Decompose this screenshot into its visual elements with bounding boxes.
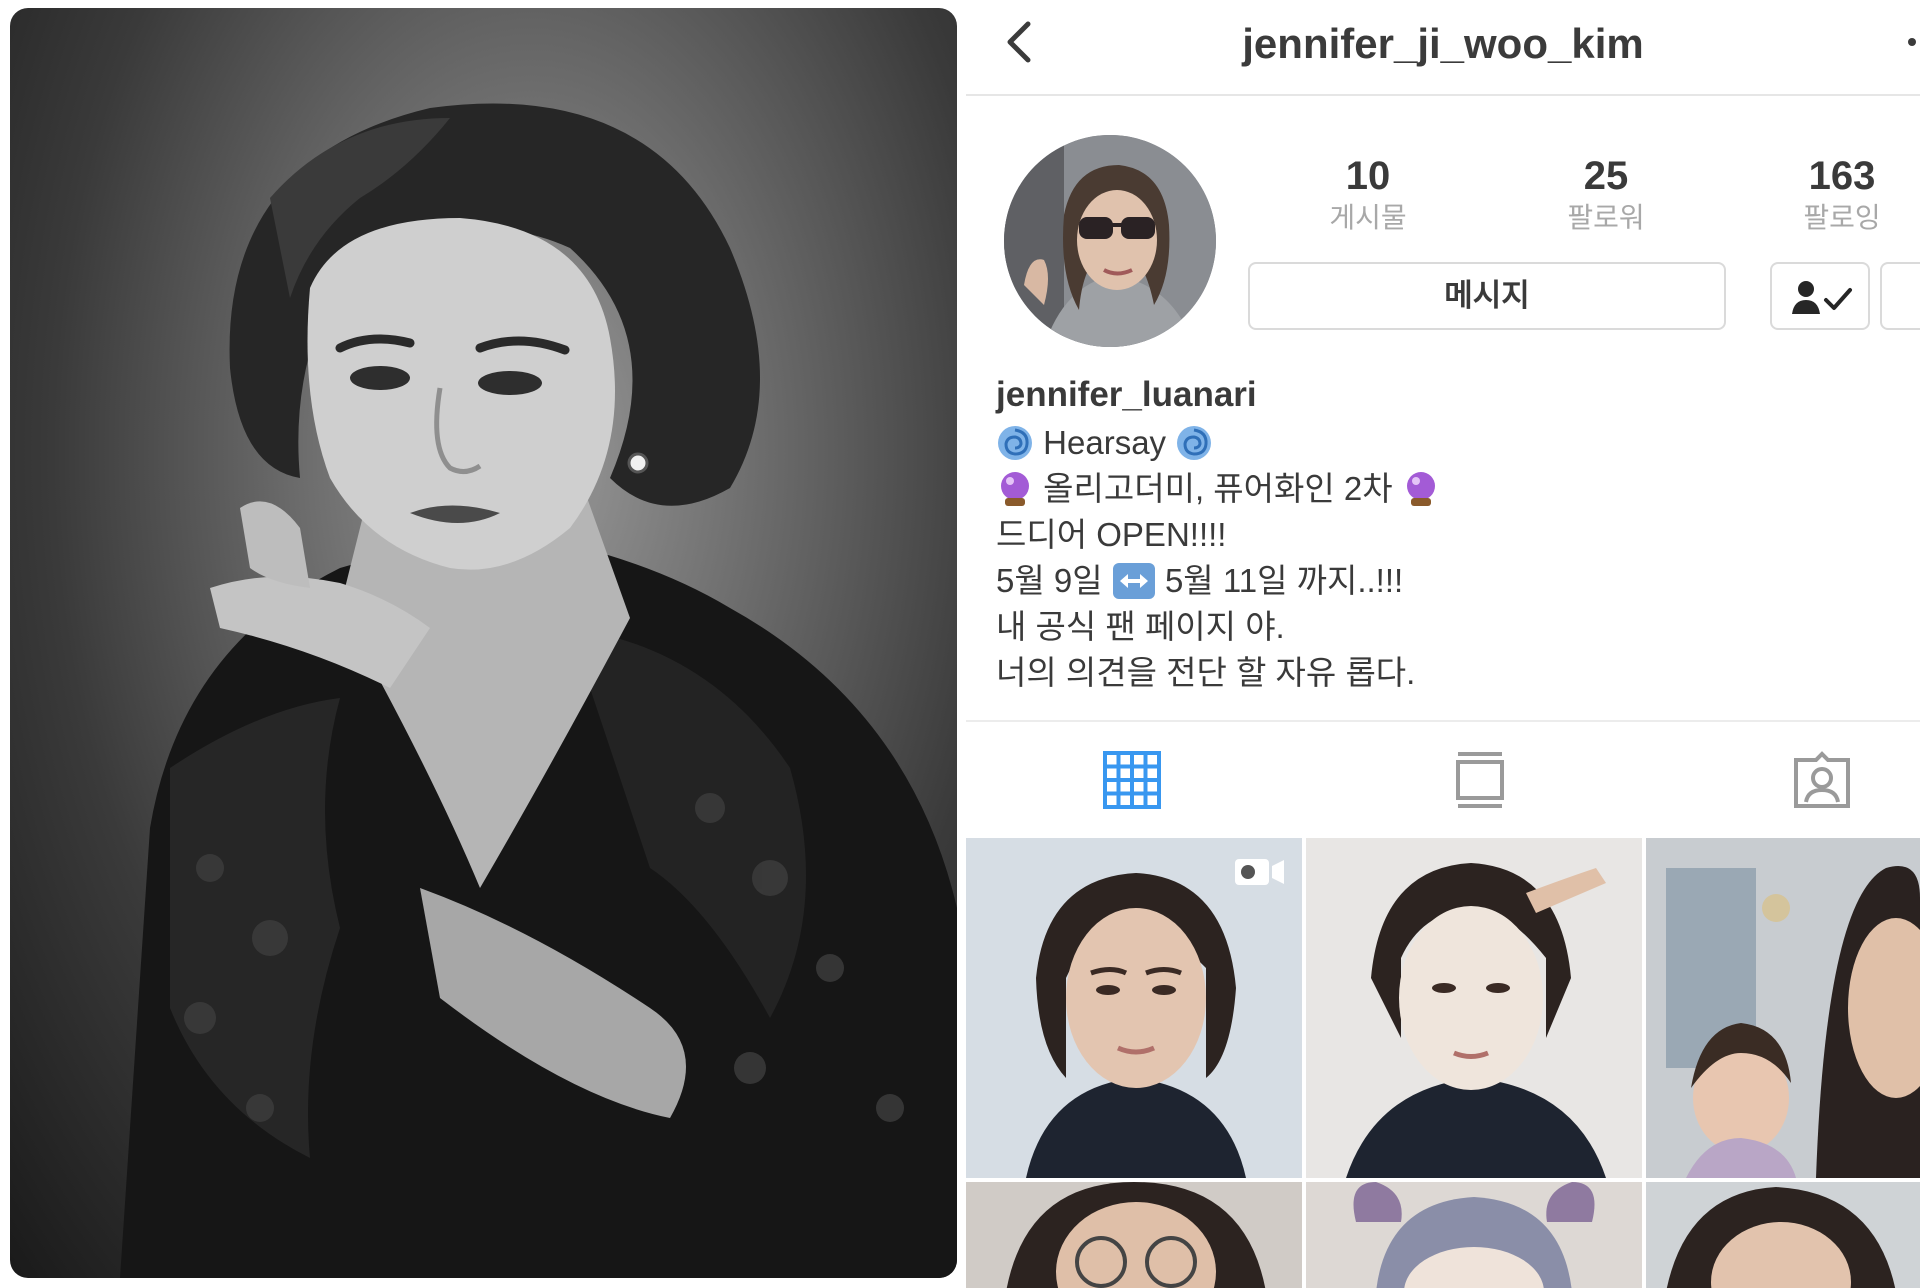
stat-posts-count: 10 — [1345, 154, 1391, 198]
bio-date-start: 5월 9일 — [996, 562, 1103, 599]
grid-post[interactable] — [966, 1182, 1302, 1288]
grid-icon — [1103, 751, 1161, 809]
profile-username-title: jennifer_ji_woo_kim — [1242, 20, 1644, 67]
stat-following-count: 163 — [1808, 154, 1876, 198]
bio-line-fanpage: 내 공식 팬 페이지 야. — [996, 608, 1285, 645]
crystal-ball-emoji-icon — [1001, 472, 1029, 506]
more-dot-icon[interactable] — [1908, 38, 1916, 46]
bio-line-hearsay: Hearsay — [996, 420, 1896, 466]
top-navigation-bar: jennifer_ji_woo_kim — [966, 0, 1920, 96]
feed-icon — [1456, 752, 1504, 808]
suggested-dropdown-button[interactable] — [1880, 262, 1920, 330]
tab-tagged[interactable] — [1792, 750, 1852, 810]
stat-following-label: 팔로잉 — [1803, 202, 1881, 233]
bio-line-open: 드디어 OPEN!!!! — [996, 516, 1227, 553]
left-right-arrow-emoji-icon — [1112, 563, 1155, 599]
grid-post[interactable] — [1306, 838, 1642, 1178]
crystal-ball-emoji-icon — [1406, 472, 1435, 506]
stat-following[interactable]: 163 팔로잉 — [1742, 152, 1920, 236]
bio-line-dates: 5월 9일 5월 11일 까지..!!! — [996, 558, 1896, 604]
tab-grid[interactable] — [1102, 750, 1162, 810]
grid-post[interactable] — [1646, 1182, 1920, 1288]
bio-line-event: 올리고더미, 퓨어화인 2차 — [996, 466, 1896, 512]
bio-event-text: 올리고더미, 퓨어화인 2차 — [1043, 470, 1393, 507]
message-button[interactable]: 메시지 — [1248, 262, 1726, 330]
grid-post[interactable] — [1306, 1182, 1642, 1288]
stat-posts[interactable]: 10 게시물 — [1268, 152, 1468, 236]
profile-content-tabs — [966, 720, 1920, 830]
stat-followers[interactable]: 25 팔로워 — [1506, 152, 1706, 236]
video-camera-icon — [1235, 859, 1284, 885]
portrait-photo — [10, 8, 957, 1278]
tab-feed[interactable] — [1450, 750, 1510, 810]
stat-posts-label: 게시물 — [1329, 202, 1407, 233]
photo-grid — [966, 838, 1920, 1288]
stat-followers-label: 팔로워 — [1567, 202, 1645, 233]
following-person-check-icon — [1792, 281, 1852, 314]
bio-display-name: jennifer_luanari — [996, 375, 1257, 414]
cyclone-emoji-icon — [1177, 426, 1212, 460]
bio-date-end: 5월 11일 까지..!!! — [1164, 562, 1404, 599]
grid-post[interactable] — [1646, 838, 1920, 1178]
profile-bio: jennifer_luanari Hearsay 올리고더미, 퓨어화인 2차 — [996, 370, 1896, 696]
bio-hearsay-text: Hearsay — [1043, 424, 1167, 461]
avatar[interactable] — [1004, 135, 1216, 347]
instagram-profile-screen: jennifer_ji_woo_kim 10 게시물 25 팔로워 163 팔로… — [966, 0, 1920, 1288]
tagged-icon — [1794, 751, 1850, 808]
stat-followers-count: 25 — [1583, 154, 1629, 198]
grid-post[interactable] — [966, 838, 1302, 1178]
cyclone-emoji-icon — [998, 426, 1032, 460]
bio-line-opinion: 너의 의견을 전단 할 자유 롭다. — [996, 654, 1416, 691]
following-button[interactable] — [1770, 262, 1870, 330]
